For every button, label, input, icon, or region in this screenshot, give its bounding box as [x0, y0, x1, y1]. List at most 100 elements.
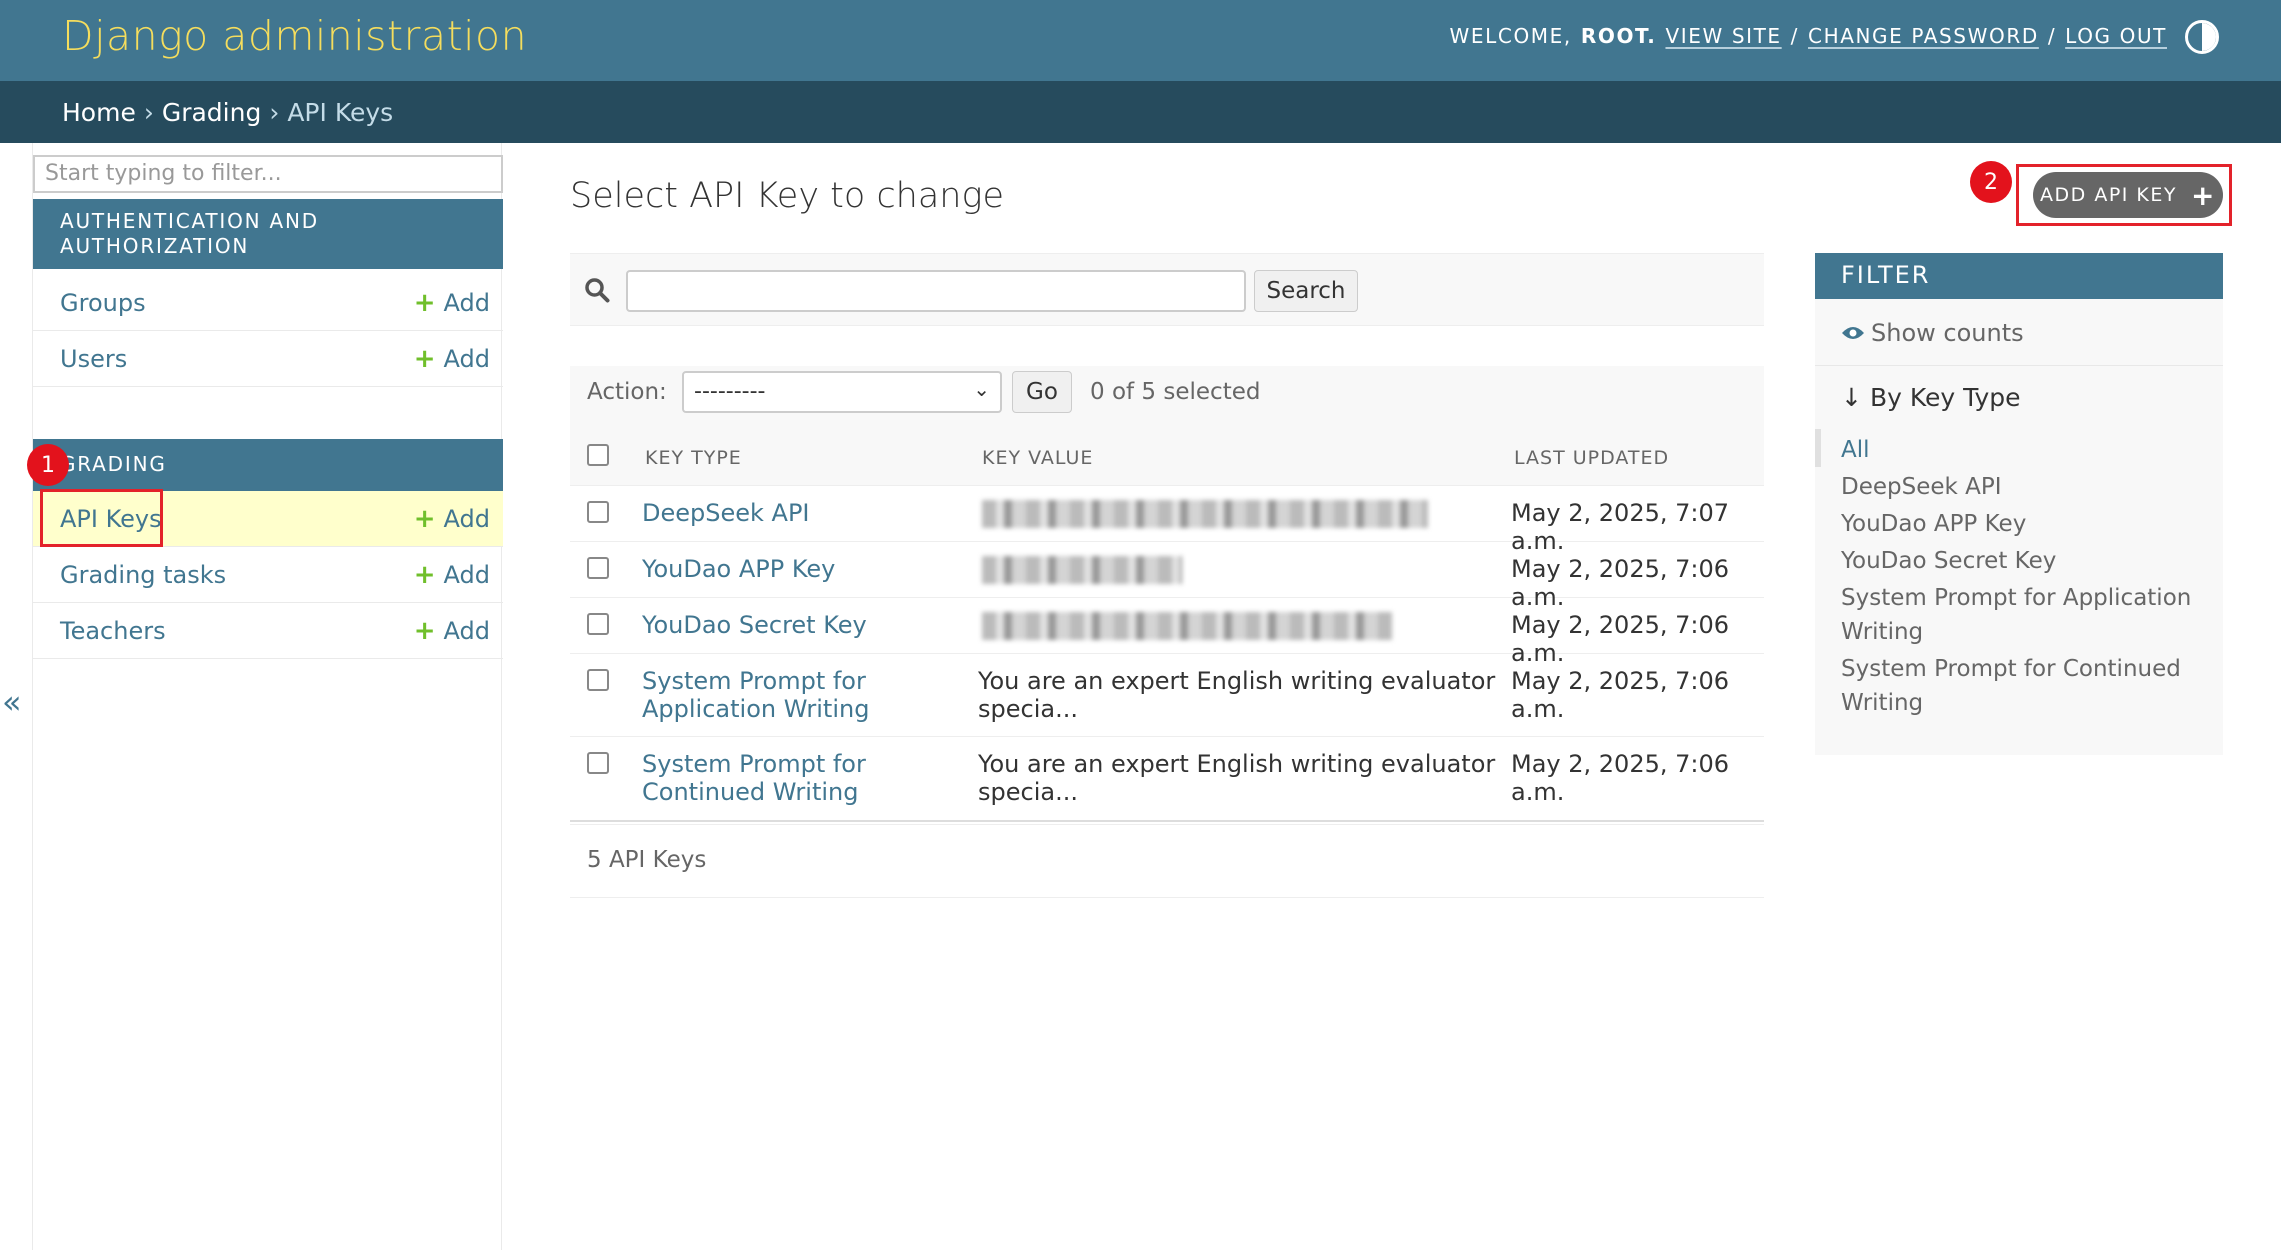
add-api-key-button[interactable]: Add API Key + — [2033, 172, 2223, 218]
username: root. — [1580, 24, 1657, 48]
key-type-link[interactable]: DeepSeek API — [642, 499, 810, 527]
filter-choice-continued-writing[interactable]: System Prompt for Continued Writing — [1841, 652, 2211, 720]
column-header-last-updated[interactable]: Last updated — [1514, 447, 1669, 469]
eye-icon — [1842, 327, 1864, 339]
filter-by-key-type[interactable]: ↓ By Key Type — [1841, 383, 2021, 412]
table-row: YouDao APP Key May 2, 2025, 7:06 a.m. — [570, 542, 1764, 611]
annotation-badge-1: 1 — [27, 444, 69, 486]
site-header: Django administration Welcome, root. Vie… — [0, 0, 2281, 81]
table-row: DeepSeek API May 2, 2025, 7:07 a.m. — [570, 486, 1764, 555]
plus-icon: + — [413, 287, 436, 318]
filter-choice-youdao-secret-key[interactable]: YouDao Secret Key — [1841, 544, 2211, 578]
row-checkbox[interactable] — [587, 557, 609, 579]
row-checkbox[interactable] — [587, 501, 609, 523]
page-title: Select API Key to change — [570, 176, 1005, 216]
divider — [1815, 365, 2223, 366]
actions-bar: Action: --------- ⌄ Go 0 of 5 selected — [570, 366, 1764, 430]
redacted-key-value — [982, 500, 1428, 528]
action-select[interactable]: --------- ⌄ — [682, 371, 1002, 413]
key-value-text: You are an expert English writing evalua… — [978, 667, 1496, 723]
key-value-text: You are an expert English writing evalua… — [978, 750, 1496, 806]
filter-choice-youdao-app-key[interactable]: YouDao APP Key — [1841, 507, 2211, 541]
model-link-users[interactable]: Users — [60, 345, 127, 373]
filter-choice-all[interactable]: All — [1841, 433, 2211, 467]
sidebar-item-groups: Groups + Add — [33, 275, 503, 331]
redacted-key-value — [982, 556, 1182, 584]
column-header-key-type[interactable]: Key type — [645, 447, 742, 469]
breadcrumb-home[interactable]: Home — [62, 98, 136, 127]
site-title[interactable]: Django administration — [62, 12, 527, 60]
view-site-link[interactable]: View site — [1665, 24, 1781, 48]
theme-toggle-icon[interactable] — [2185, 20, 2219, 54]
sidebar-item-grading-tasks: Grading tasks + Add — [33, 547, 503, 603]
go-button[interactable]: Go — [1012, 371, 1072, 413]
model-link-groups[interactable]: Groups — [60, 289, 146, 317]
last-updated: May 2, 2025, 7:06 a.m. — [1511, 750, 1730, 806]
search-icon — [585, 278, 610, 303]
log-out-link[interactable]: Log out — [2065, 24, 2167, 48]
plus-icon: + — [413, 559, 436, 590]
filter-panel: Filter Show counts ↓ By Key Type All Dee… — [1815, 253, 2223, 755]
separator: / — [1790, 24, 1800, 48]
filter-choice-application-writing[interactable]: System Prompt for Application Writing — [1841, 581, 2211, 649]
table-row: System Prompt for Continued Writing You a… — [570, 737, 1764, 822]
key-type-link[interactable]: YouDao Secret Key — [642, 611, 867, 639]
show-counts-link[interactable]: Show counts — [1841, 319, 2024, 347]
search-toolbar: Search — [570, 253, 1764, 326]
table-row: System Prompt for Application Writing You… — [570, 654, 1764, 737]
add-users-link[interactable]: + Add — [414, 344, 490, 374]
filter-choice-deepseek-api[interactable]: DeepSeek API — [1841, 470, 2211, 504]
action-select-value: --------- — [694, 379, 766, 404]
plus-icon: + — [413, 503, 436, 534]
select-all-checkbox[interactable] — [587, 444, 609, 466]
key-type-link[interactable]: System Prompt for Continued Writing — [642, 750, 866, 806]
add-grading-tasks-link[interactable]: + Add — [414, 560, 490, 590]
add-api-keys-link[interactable]: + Add — [414, 504, 490, 534]
breadcrumb-current: API Keys — [287, 98, 394, 127]
add-button-label: Add API Key — [2040, 184, 2177, 206]
row-checkbox[interactable] — [587, 752, 609, 774]
separator: / — [2047, 24, 2057, 48]
nav-sidebar: Start typing to filter... Authentication… — [32, 143, 503, 1250]
selection-counter: 0 of 5 selected — [1090, 379, 1261, 405]
last-updated: May 2, 2025, 7:06 a.m. — [1511, 667, 1730, 723]
module-caption-auth[interactable]: Authentication and Authorization — [33, 199, 503, 269]
search-input[interactable] — [626, 270, 1246, 312]
sidebar-item-users: Users + Add — [33, 331, 503, 387]
row-checkbox[interactable] — [587, 669, 609, 691]
add-teachers-link[interactable]: + Add — [414, 616, 490, 646]
model-link-teachers[interactable]: Teachers — [60, 617, 166, 645]
change-password-link[interactable]: Change password — [1808, 24, 2039, 48]
arrow-down-icon: ↓ — [1841, 383, 1862, 412]
key-type-link[interactable]: YouDao APP Key — [642, 555, 835, 583]
welcome-text: Welcome, — [1449, 24, 1572, 48]
filter-title: Filter — [1815, 253, 2223, 299]
chevron-down-icon: ⌄ — [973, 377, 990, 401]
search-button[interactable]: Search — [1254, 270, 1358, 312]
annotation-badge-2: 2 — [1970, 161, 2012, 203]
module-caption-grading[interactable]: Grading — [33, 439, 503, 491]
breadcrumb-separator: › — [143, 98, 154, 127]
model-link-grading-tasks[interactable]: Grading tasks — [60, 561, 226, 589]
breadcrumb-separator: › — [269, 98, 280, 127]
table-header: Key type Key value Last updated — [570, 430, 1764, 486]
filter-choices: All DeepSeek API YouDao APP Key YouDao S… — [1841, 433, 2211, 723]
redacted-key-value — [982, 612, 1392, 640]
selected-choice-marker — [1815, 429, 1821, 467]
sidebar-collapse-toggle[interactable]: « — [2, 683, 22, 721]
highlight-box-api-keys — [40, 489, 163, 547]
nav-filter-input[interactable]: Start typing to filter... — [33, 155, 503, 193]
results-table: Key type Key value Last updated DeepSeek… — [570, 430, 1764, 822]
action-label: Action: — [587, 379, 667, 405]
key-type-link[interactable]: System Prompt for Application Writing — [642, 667, 869, 723]
paginator: 5 API Keys — [570, 824, 1764, 898]
column-header-key-value[interactable]: Key value — [982, 447, 1093, 469]
table-row: YouDao Secret Key May 2, 2025, 7:06 a.m. — [570, 598, 1764, 667]
plus-icon: + — [2191, 178, 2216, 212]
sidebar-item-teachers: Teachers + Add — [33, 603, 503, 659]
add-groups-link[interactable]: + Add — [414, 288, 490, 318]
breadcrumb-grading[interactable]: Grading — [162, 98, 262, 127]
row-checkbox[interactable] — [587, 613, 609, 635]
plus-icon: + — [413, 343, 436, 374]
breadcrumb: Home › Grading › API Keys — [0, 81, 2281, 143]
